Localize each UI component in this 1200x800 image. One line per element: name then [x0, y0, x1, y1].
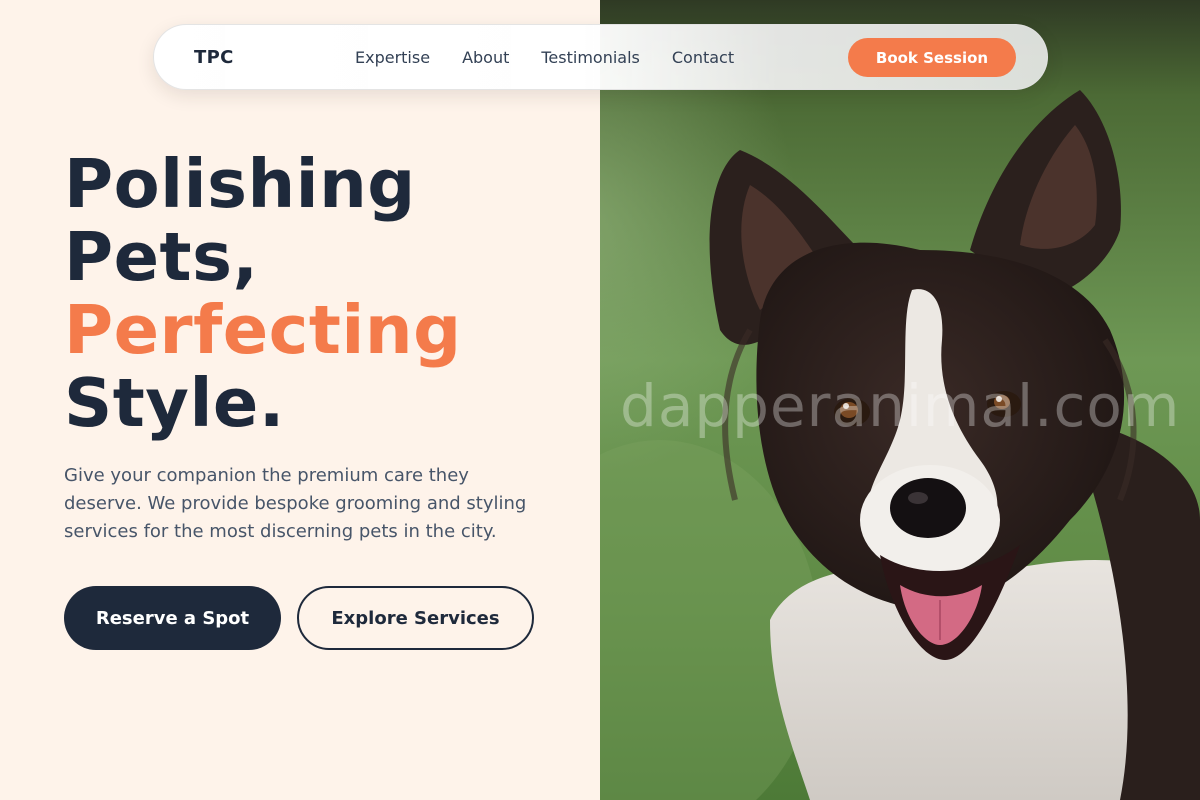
- headline-line-4: Style.: [64, 364, 285, 442]
- nav-links: Expertise About Testimonials Contact: [355, 48, 734, 67]
- book-session-button[interactable]: Book Session: [848, 38, 1016, 77]
- nav-link-about[interactable]: About: [462, 48, 509, 67]
- nav-link-contact[interactable]: Contact: [672, 48, 734, 67]
- nav-link-expertise[interactable]: Expertise: [355, 48, 430, 67]
- top-navigation-bar: TPC Expertise About Testimonials Contact…: [153, 24, 1048, 90]
- hero-dog-photo: [600, 0, 1200, 800]
- explore-services-button[interactable]: Explore Services: [297, 586, 534, 650]
- nav-link-testimonials[interactable]: Testimonials: [541, 48, 640, 67]
- headline-line-1: Polishing: [64, 145, 416, 223]
- brand-logo[interactable]: TPC: [194, 47, 234, 68]
- reserve-spot-button[interactable]: Reserve a Spot: [64, 586, 281, 650]
- headline-accent-line: Perfecting: [64, 291, 462, 369]
- hero-headline: Polishing Pets, Perfecting Style.: [64, 148, 462, 440]
- hero-subtitle: Give your companion the premium care the…: [64, 465, 527, 542]
- headline-line-2: Pets,: [64, 218, 259, 296]
